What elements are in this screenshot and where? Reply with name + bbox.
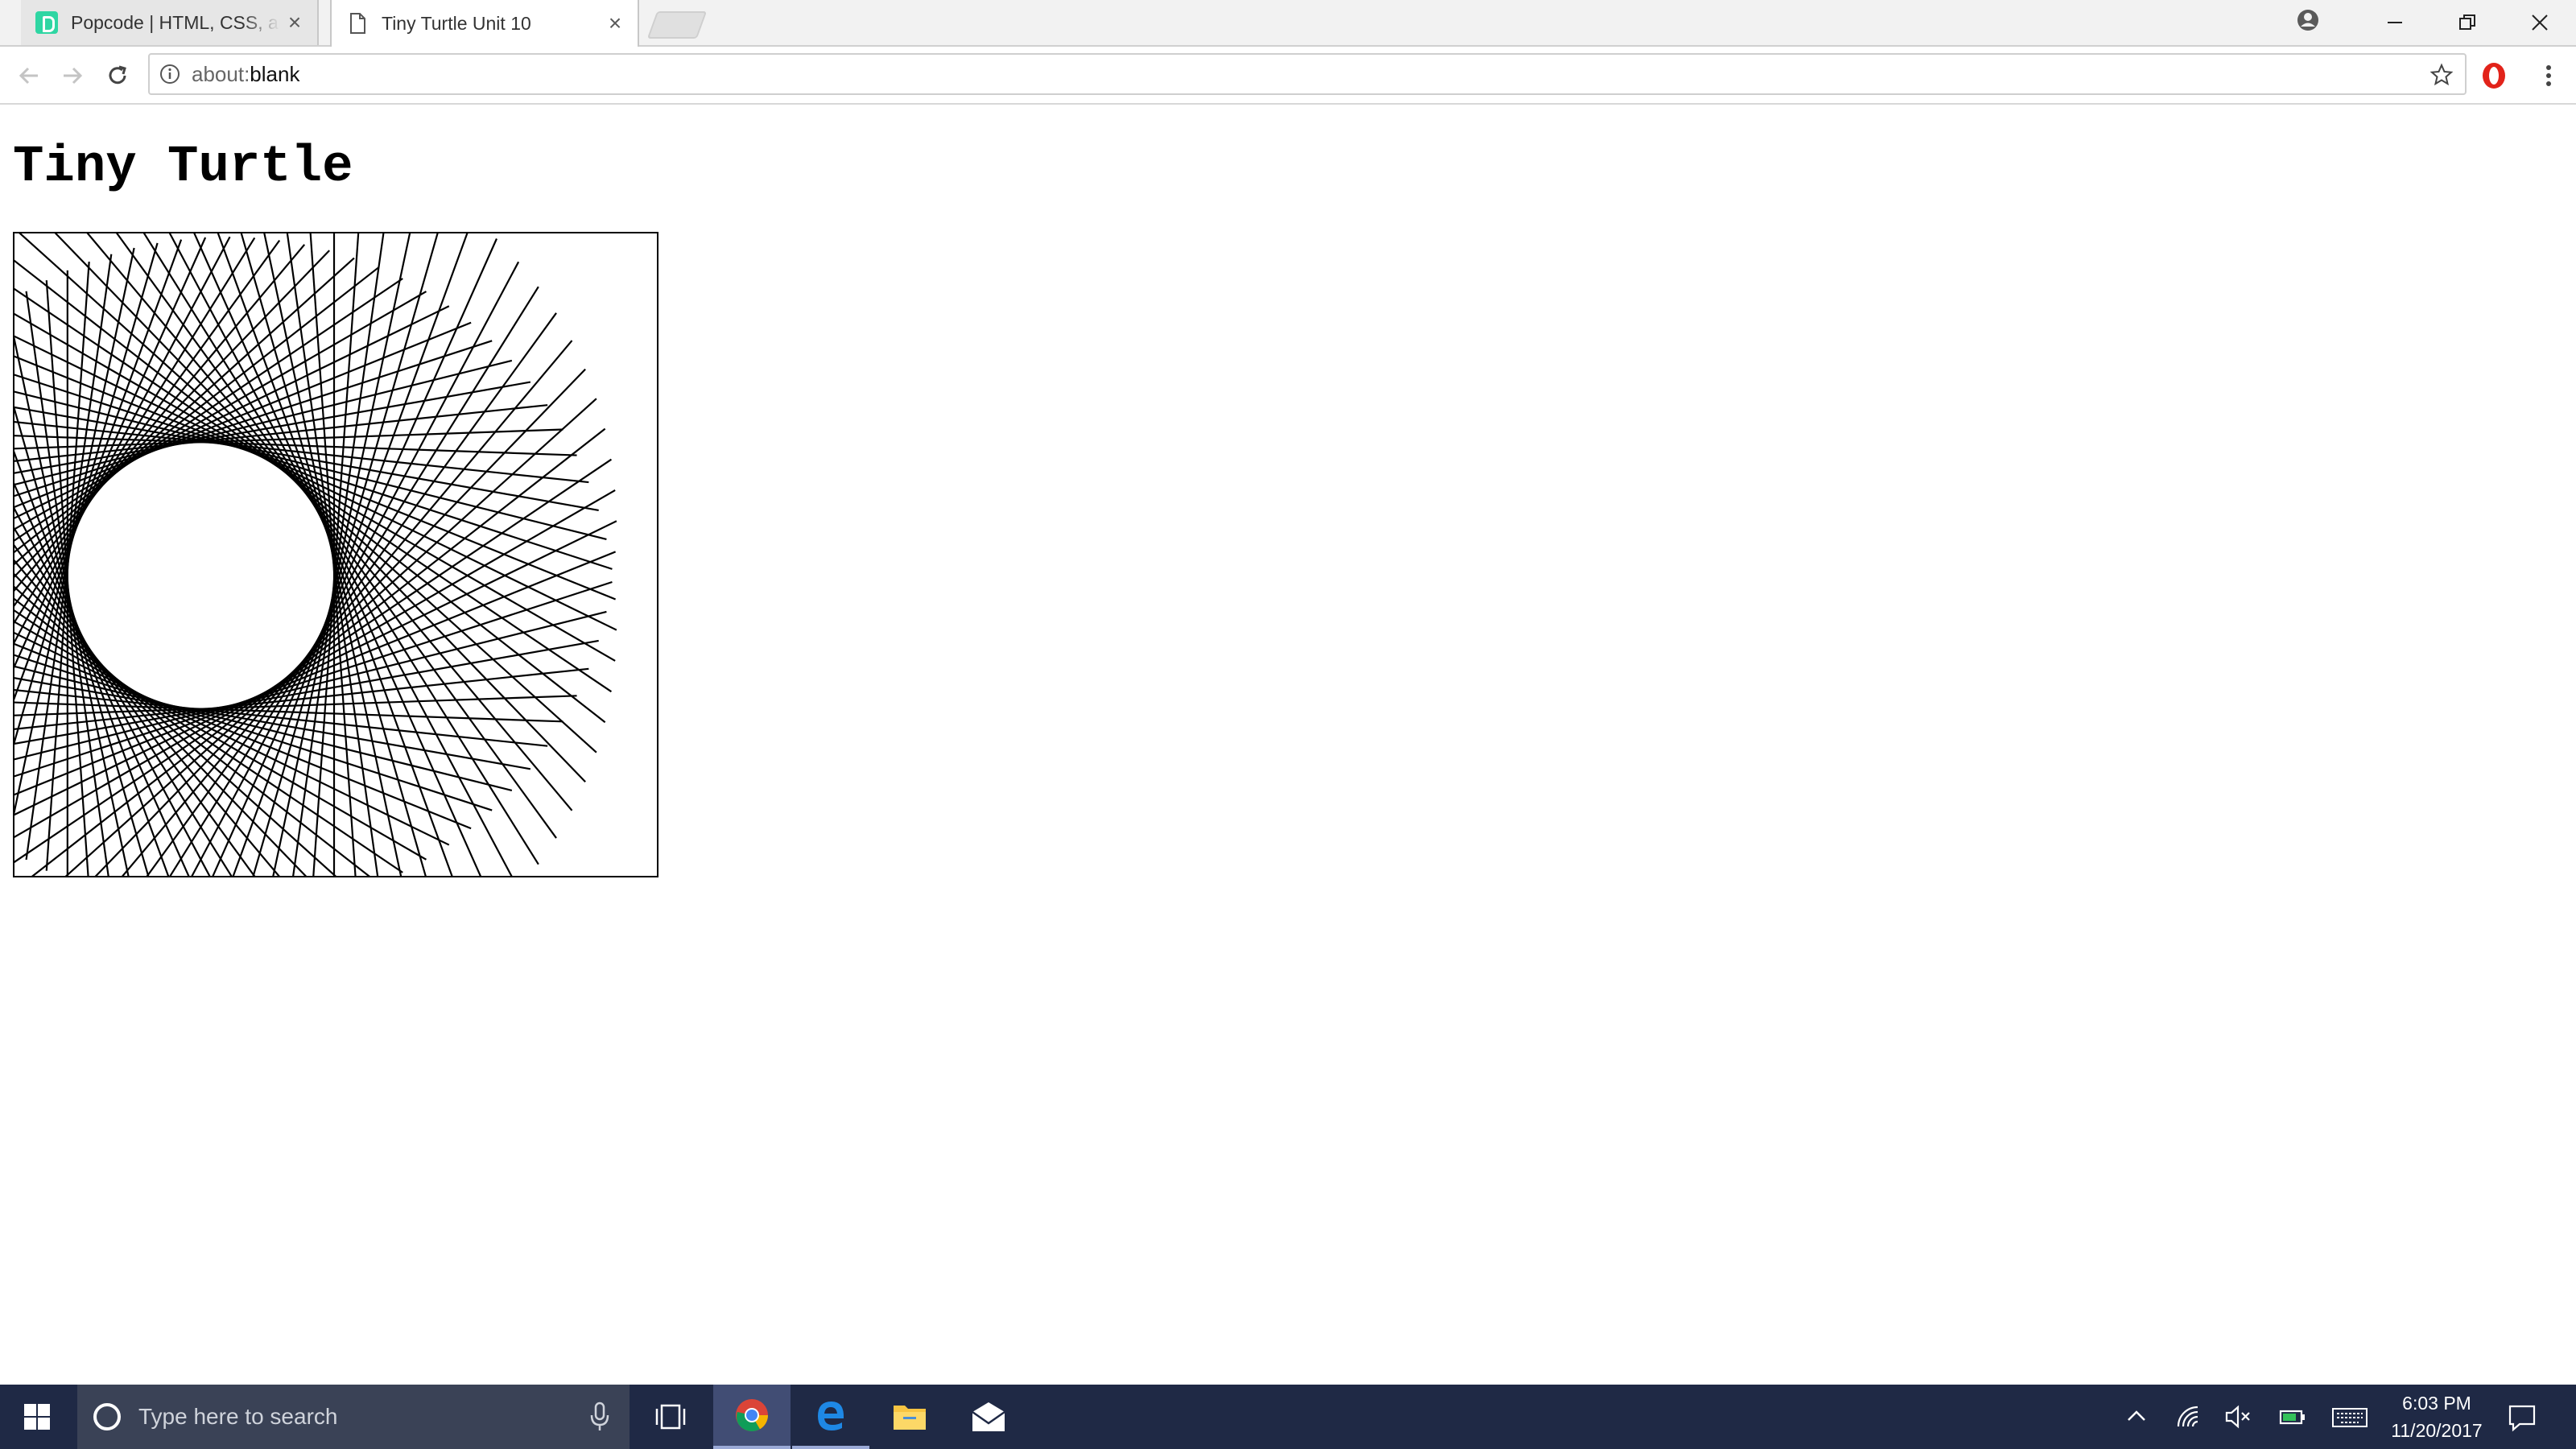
minimize-icon[interactable] — [2359, 0, 2431, 45]
touch-keyboard-icon[interactable] — [2331, 1402, 2368, 1431]
browser-toolbar: about:blank — [0, 47, 2576, 105]
taskbar-search-box[interactable]: Type here to search — [77, 1385, 630, 1449]
turtle-line — [116, 233, 557, 839]
info-icon[interactable] — [159, 64, 180, 85]
reload-icon[interactable] — [100, 58, 135, 93]
windows-logo-icon — [24, 1404, 50, 1430]
tab-title: Tiny Turtle Unit 10 — [382, 12, 531, 34]
close-tab-icon[interactable]: × — [601, 10, 630, 36]
tab-title: Popcode | HTML, CSS, and JavaScript — [71, 11, 280, 33]
show-hidden-icons-chevron-icon[interactable] — [2122, 1402, 2151, 1431]
task-view-icon — [655, 1404, 686, 1430]
profile-icon[interactable] — [2296, 8, 2320, 32]
wifi-icon[interactable] — [2174, 1402, 2202, 1431]
close-tab-icon[interactable]: × — [280, 10, 309, 35]
opera-icon[interactable] — [2479, 61, 2508, 90]
popcode-icon — [35, 11, 58, 34]
turtle-line-group — [14, 233, 617, 876]
turtle-canvas — [13, 232, 658, 877]
address-bar[interactable]: about:blank — [148, 53, 2467, 95]
bookmark-star-icon[interactable] — [2429, 63, 2454, 87]
restore-icon[interactable] — [2431, 0, 2504, 45]
file-explorer-icon — [894, 1406, 926, 1430]
tab-popcode[interactable]: Popcode | HTML, CSS, and JavaScript × — [21, 0, 319, 45]
turtle-line — [86, 233, 573, 811]
task-view-button[interactable] — [636, 1385, 705, 1449]
microphone-icon[interactable] — [588, 1401, 612, 1433]
url-path: blank — [250, 61, 300, 86]
taskbar-chrome[interactable] — [713, 1385, 791, 1449]
turtle-line — [14, 335, 617, 631]
clock-time: 6:03 PM — [2402, 1393, 2471, 1414]
taskbar: Type here to search 6:03 PM 11/20/2017 — [0, 1385, 2576, 1449]
forward-icon[interactable] — [55, 58, 90, 93]
turtle-drawing — [14, 233, 617, 876]
menu-icon[interactable] — [2533, 60, 2565, 92]
action-center-icon[interactable] — [2507, 1402, 2537, 1433]
page-icon — [350, 13, 365, 34]
url-text: about:blank — [192, 62, 299, 87]
system-clock[interactable]: 6:03 PM 11/20/2017 — [2376, 1389, 2497, 1444]
window-controls — [2359, 0, 2576, 45]
turtle-line — [14, 520, 617, 816]
turtle-line — [168, 233, 513, 876]
back-icon[interactable] — [11, 58, 47, 93]
url-scheme: about: — [192, 61, 250, 86]
battery-charging-icon[interactable] — [2278, 1402, 2307, 1431]
taskbar-edge[interactable] — [792, 1385, 869, 1449]
volume-muted-icon[interactable] — [2223, 1402, 2252, 1431]
page-title: Tiny Turtle — [13, 138, 353, 196]
search-placeholder: Type here to search — [138, 1404, 338, 1429]
taskbar-file-explorer[interactable] — [871, 1385, 948, 1449]
turtle-line — [14, 559, 280, 876]
new-tab-button[interactable] — [646, 11, 708, 39]
cortana-icon — [93, 1403, 121, 1430]
clock-date: 11/20/2017 — [2391, 1420, 2483, 1441]
chrome-icon — [736, 1399, 768, 1431]
close-window-icon[interactable] — [2504, 0, 2576, 45]
mail-icon — [972, 1402, 1005, 1431]
edge-icon — [818, 1402, 844, 1430]
start-button[interactable] — [0, 1385, 74, 1449]
taskbar-mail[interactable] — [950, 1385, 1027, 1449]
tab-strip: Popcode | HTML, CSS, and JavaScript × Ti… — [0, 0, 2576, 47]
tab-tiny-turtle[interactable]: Tiny Turtle Unit 10 × — [330, 0, 639, 47]
turtle-line — [142, 233, 539, 865]
